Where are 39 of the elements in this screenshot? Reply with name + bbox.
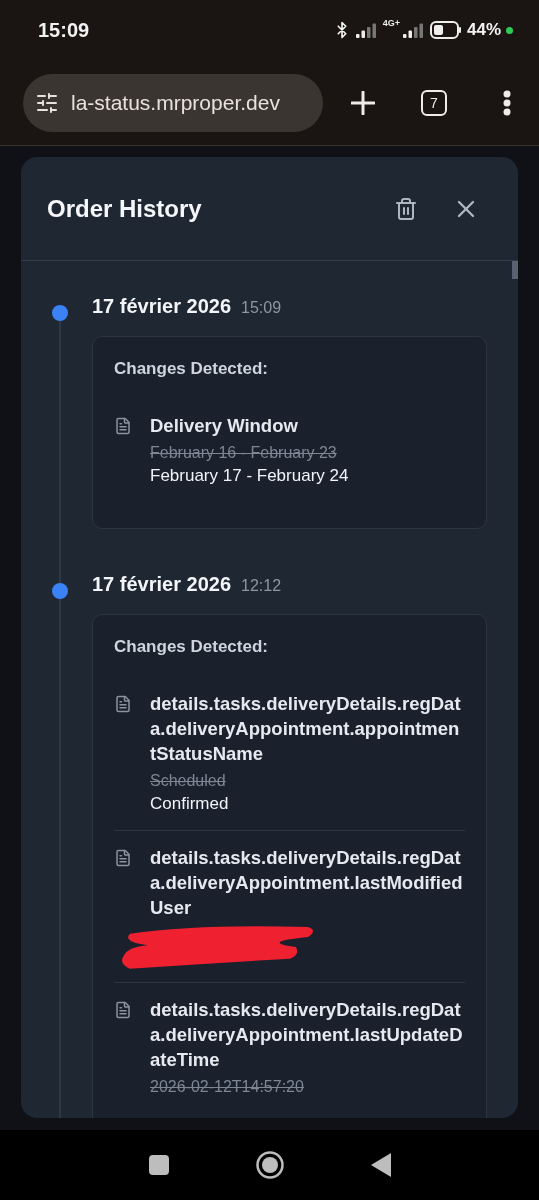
home-icon[interactable]: [254, 1150, 285, 1180]
more-icon: [503, 89, 511, 116]
old-value: 2026-02-12T14:57:20: [150, 1078, 305, 1096]
address-bar[interactable]: la-status.mrproper.dev: [23, 73, 323, 132]
clock-time: 15:09: [38, 18, 90, 42]
site-settings-icon[interactable]: [35, 90, 59, 115]
entry-time: 15:09: [241, 299, 282, 317]
timeline-dot: [52, 305, 68, 321]
old-value: February 16 - February 23: [150, 444, 338, 462]
new-value: February 17 - February 24: [150, 466, 350, 486]
timeline-dot: [52, 583, 68, 599]
tab-count-button[interactable]: 7: [421, 89, 447, 116]
dialog-title: Order History: [47, 194, 203, 223]
scrollbar-thumb[interactable]: [512, 261, 518, 279]
field-name: details.tasks.deliveryDetails.regData.deliveryAppointment.lastUpdateDateTime: [150, 998, 464, 1072]
entry-date: 17 février 2026: [92, 573, 231, 596]
battery-icon: [429, 21, 462, 39]
changes-heading: Changes Detected:: [114, 359, 269, 379]
document-icon: [114, 849, 132, 867]
network-type: 4G+: [382, 18, 400, 28]
entry-time: 12:12: [241, 577, 282, 595]
document-icon: [114, 417, 132, 435]
new-value: Confirmed: [150, 794, 230, 814]
field-name: details.tasks.deliveryDetails.regData.deliveryAppointment.appointmentStatusName: [150, 692, 462, 766]
document-icon: [114, 1001, 132, 1019]
field-name: details.tasks.deliveryDetails.regData.deliveryAppointment.lastModifiedUser: [150, 846, 464, 920]
changes-heading: Changes Detected:: [114, 637, 269, 657]
status-dot: [506, 26, 513, 34]
field-name: Delivery Window: [150, 414, 299, 438]
old-value: Scheduled: [150, 772, 227, 790]
recents-icon[interactable]: [147, 1154, 170, 1176]
plus-icon: [351, 90, 375, 115]
signal-icon: [355, 22, 378, 38]
entry-date: 17 février 2026: [92, 295, 231, 318]
document-icon: [114, 695, 132, 713]
back-icon[interactable]: [369, 1152, 392, 1178]
delete-button[interactable]: [394, 196, 418, 221]
signal-icon: [402, 22, 425, 38]
battery-percent: 44%: [466, 20, 501, 40]
